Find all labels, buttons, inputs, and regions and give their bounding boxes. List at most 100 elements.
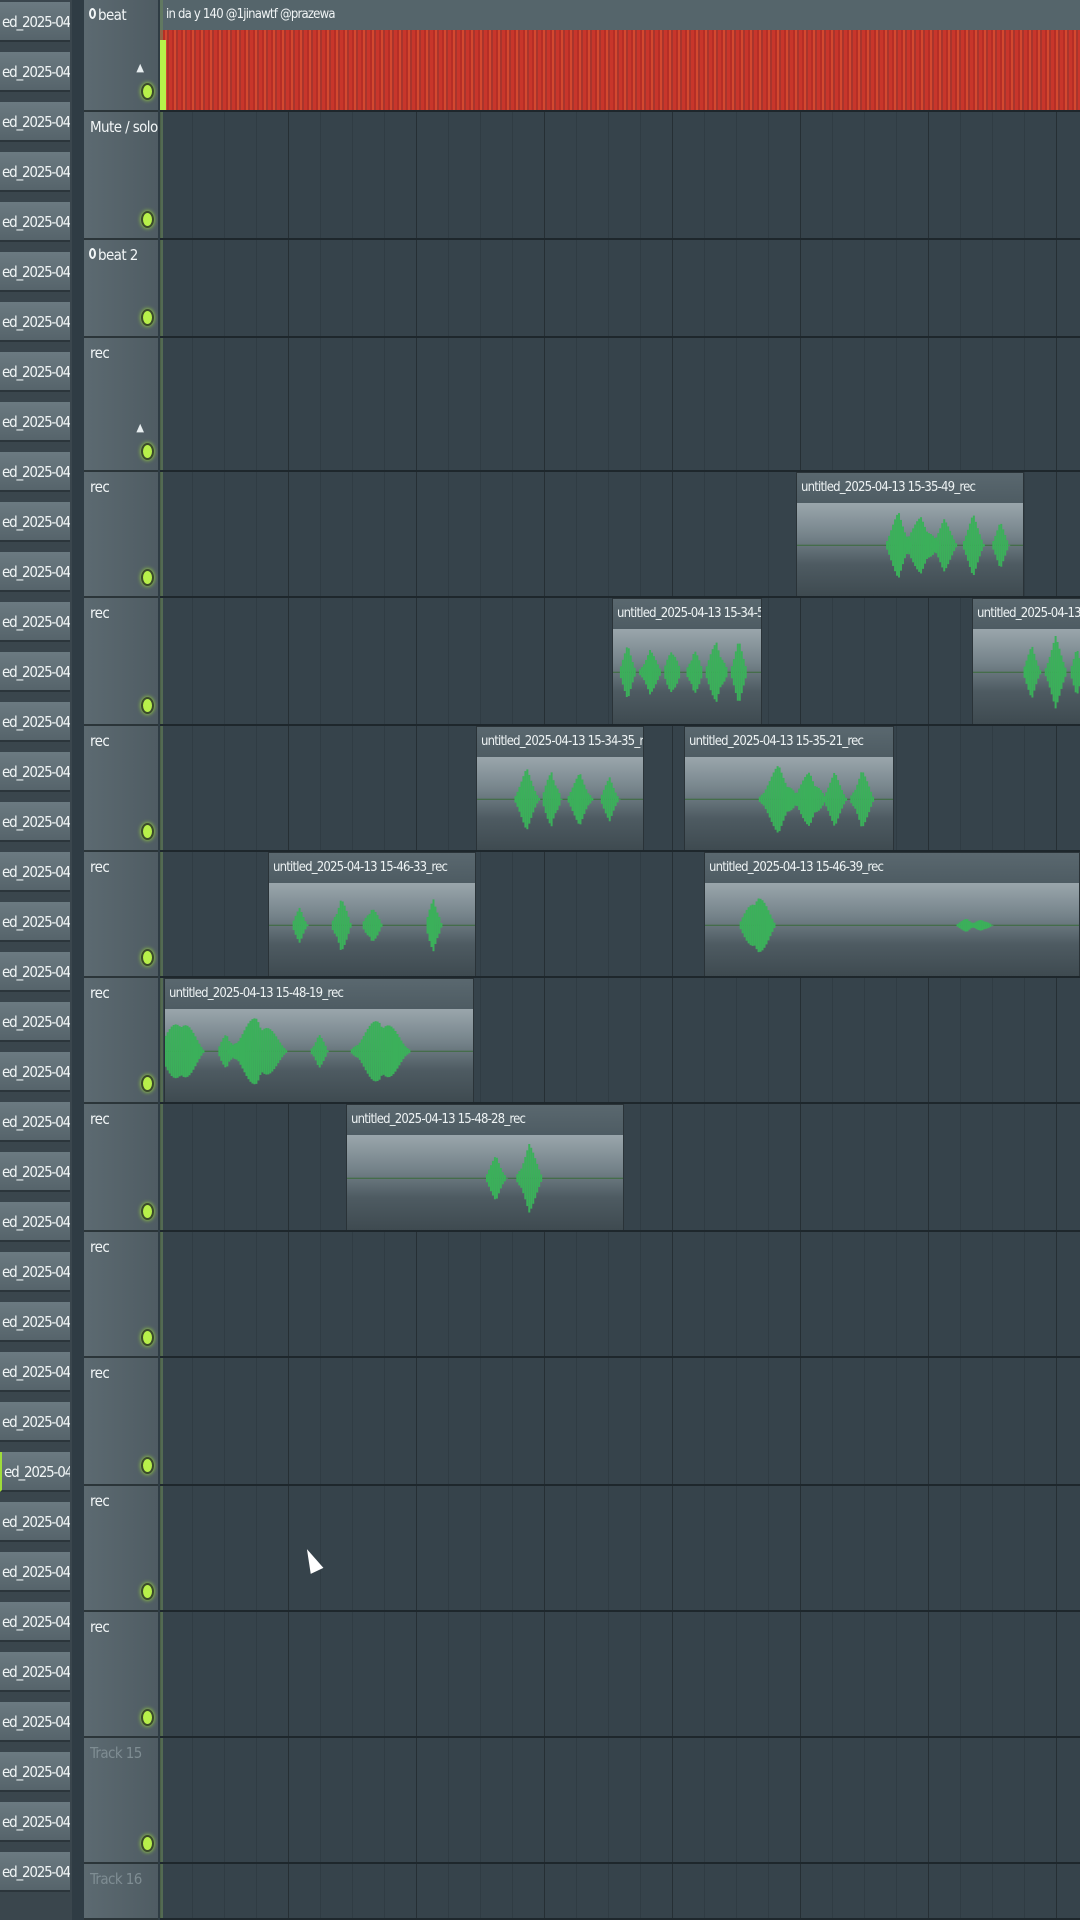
- track-header[interactable]: beat 2: [84, 240, 158, 338]
- track-header[interactable]: rec: [84, 726, 158, 852]
- browser-item[interactable]: ed_2025-04-13 15..: [0, 252, 70, 292]
- track-enable-led-icon[interactable]: [141, 1709, 154, 1726]
- track-header[interactable]: rec: [84, 1104, 158, 1232]
- browser-item[interactable]: ed_2025-04-13 15..: [0, 852, 70, 892]
- browser-item[interactable]: ed_2025-04-13 15..: [0, 602, 70, 642]
- audio-clip-title: untitled_2025-04-13 15-48-19_rec: [165, 979, 473, 1009]
- track-header[interactable]: rec: [84, 472, 158, 598]
- browser-item[interactable]: ed_2025-04-13 15..: [0, 452, 70, 492]
- browser-item[interactable]: ed_2025-04-13 15..: [0, 1552, 70, 1592]
- track-enable-led-icon[interactable]: [141, 823, 154, 840]
- track-header[interactable]: Mute / solo: [84, 112, 158, 240]
- track-header[interactable]: rec: [84, 1232, 158, 1358]
- audio-clip-waveform: [269, 883, 475, 977]
- track-enable-led-icon[interactable]: [141, 949, 154, 966]
- track-name: rec: [90, 984, 110, 1002]
- track-header[interactable]: beat ▲: [84, 0, 158, 112]
- browser-item[interactable]: ed_2025-04-13 15..: [0, 202, 70, 242]
- track-name: beat 2: [98, 246, 138, 264]
- browser-item[interactable]: ed_2025-04-13 15..: [0, 152, 70, 192]
- browser-item[interactable]: ed_2025-04-13 15..: [0, 1002, 70, 1042]
- track-enable-led-icon[interactable]: [141, 83, 154, 100]
- browser-item[interactable]: ed_2025-04-13 15..: [0, 1052, 70, 1092]
- audio-clip[interactable]: untitled_2025-04-13 15-48-28_rec: [346, 1104, 624, 1232]
- browser-item[interactable]: ed_2025-04-13 15..: [0, 1252, 70, 1292]
- browser-item[interactable]: ed_2025-04-13 15..: [0, 652, 70, 692]
- track-name: rec: [90, 1238, 110, 1256]
- audio-clip[interactable]: untitled_2025-04-13 15-34-35_rec: [476, 726, 644, 852]
- browser-item[interactable]: ed_2025-04-13 15..: [0, 1602, 70, 1642]
- browser-item[interactable]: ed_2025-04-13 15..: [0, 1102, 70, 1142]
- track-header[interactable]: rec: [84, 978, 158, 1104]
- track-enable-led-icon[interactable]: [141, 1329, 154, 1346]
- browser-item[interactable]: ed_2025-04-13 15..: [0, 752, 70, 792]
- track-header[interactable]: Track 15: [84, 1738, 158, 1864]
- collapse-arrow-icon[interactable]: ▲: [136, 61, 144, 74]
- track-header[interactable]: rec: [84, 598, 158, 726]
- browser-item[interactable]: ed_2025-04-13 15..: [0, 402, 70, 442]
- audio-clip[interactable]: untitled_2025-04-13 15-35-49_rec: [796, 472, 1024, 598]
- lane-divider: [160, 724, 1080, 726]
- track-enable-led-icon[interactable]: [141, 569, 154, 586]
- track-name: rec: [90, 478, 110, 496]
- browser-item[interactable]: ed_2025-04-13 15..: [0, 502, 70, 542]
- browser-item[interactable]: ed_2025-04-13 15..: [0, 102, 70, 142]
- browser-item[interactable]: ed_2025-04-13 15..: [0, 1802, 70, 1842]
- lane-divider: [160, 596, 1080, 598]
- browser-item[interactable]: ed_2025-04-13 15..: [0, 302, 70, 342]
- browser-item[interactable]: ed_2025-04-13 15..: [0, 802, 70, 842]
- track-enable-led-icon[interactable]: [141, 1203, 154, 1220]
- lane-divider: [160, 1484, 1080, 1486]
- track-header[interactable]: Track 16: [84, 1864, 158, 1920]
- track-header[interactable]: rec: [84, 852, 158, 978]
- track-enable-led-icon[interactable]: [141, 697, 154, 714]
- track-enable-led-icon[interactable]: [141, 443, 154, 460]
- browser-item[interactable]: ed_2025-04-13 15..: [0, 352, 70, 392]
- track-name: Track 16: [90, 1870, 142, 1888]
- browser-item[interactable]: ed_2025-04-13 15..: [0, 1402, 70, 1442]
- audio-clip[interactable]: untitled_2025-04-13 15-35-21_rec: [684, 726, 894, 852]
- lane-divider: [160, 1736, 1080, 1738]
- browser-item[interactable]: ed_2025-04-13 15..: [0, 952, 70, 992]
- audio-clip[interactable]: untitled_2025-04-13 15-34-55_rec: [612, 598, 762, 726]
- browser-item[interactable]: ed_2025-04-13 15..: [0, 1852, 70, 1892]
- browser-item[interactable]: ed_2025-04-13 15..: [0, 1302, 70, 1342]
- lane-divider: [160, 976, 1080, 978]
- track-name: rec: [90, 1110, 110, 1128]
- lane-divider: [160, 1230, 1080, 1232]
- browser-item[interactable]: ed_2025-04-13 15..: [0, 52, 70, 92]
- collapse-arrow-icon[interactable]: ▲: [136, 421, 144, 434]
- browser-item[interactable]: ed_2025-04-13 15..: [0, 1502, 70, 1542]
- playhead[interactable]: [160, 0, 163, 1920]
- audio-clip-waveform: [705, 883, 1079, 977]
- browser-item[interactable]: ed_2025-04-13 15..: [0, 1352, 70, 1392]
- track-header[interactable]: rec: [84, 1486, 158, 1612]
- browser-item[interactable]: ed_2025-04-13 15..: [0, 1452, 70, 1492]
- browser-item[interactable]: ed_2025-04-13 15..: [0, 1752, 70, 1792]
- track-enable-led-icon[interactable]: [141, 309, 154, 326]
- track-headers: beat ▲ Mute / solo beat 2 rec ▲ rec rec rec rec re…: [84, 0, 158, 1920]
- browser-item[interactable]: ed_2025-04-13 15..: [0, 702, 70, 742]
- browser-item[interactable]: ed_2025-04-13 15..: [0, 1202, 70, 1242]
- audio-clip[interactable]: untitled_2025-04-13 15-46-39_rec: [704, 852, 1080, 978]
- browser-item[interactable]: ed_2025-04-13 15..: [0, 2, 70, 42]
- browser-item[interactable]: ed_2025-04-13 15..: [0, 1652, 70, 1692]
- playhead-marker[interactable]: [160, 40, 166, 112]
- audio-clip[interactable]: untitled_2025-04-13 15-39-1: [972, 598, 1080, 726]
- beat-clip[interactable]: in da y 140 @1jinawtf @prazewa: [160, 0, 1080, 112]
- track-enable-led-icon[interactable]: [141, 211, 154, 228]
- track-enable-led-icon[interactable]: [141, 1835, 154, 1852]
- audio-clip[interactable]: untitled_2025-04-13 15-48-19_rec: [164, 978, 474, 1104]
- browser-item[interactable]: ed_2025-04-13 15..: [0, 552, 70, 592]
- browser-item[interactable]: ed_2025-04-13 15..: [0, 1702, 70, 1742]
- browser-item[interactable]: ed_2025-04-13 15..: [0, 1152, 70, 1192]
- track-enable-led-icon[interactable]: [141, 1457, 154, 1474]
- track-header[interactable]: rec: [84, 1612, 158, 1738]
- track-enable-led-icon[interactable]: [141, 1075, 154, 1092]
- browser-item[interactable]: ed_2025-04-13 15..: [0, 902, 70, 942]
- audio-clip[interactable]: untitled_2025-04-13 15-46-33_rec: [268, 852, 476, 978]
- track-header[interactable]: rec ▲: [84, 338, 158, 472]
- lane-divider: [160, 850, 1080, 852]
- track-header[interactable]: rec: [84, 1358, 158, 1486]
- track-enable-led-icon[interactable]: [141, 1583, 154, 1600]
